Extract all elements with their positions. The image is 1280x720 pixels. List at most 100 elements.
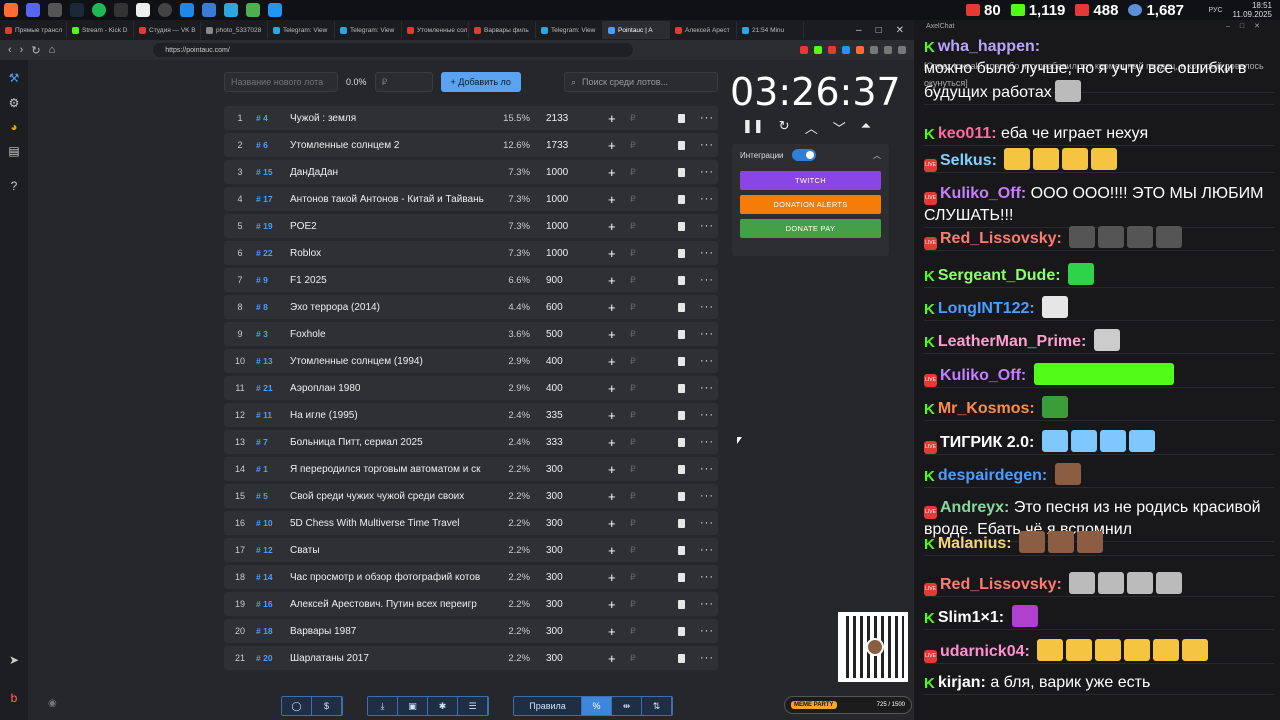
- lot-amount[interactable]: 500: [546, 329, 563, 340]
- more-options-icon[interactable]: ···: [700, 436, 714, 448]
- telegram-icon[interactable]: [224, 3, 238, 17]
- browser-tab[interactable]: Прямые трансл: [0, 21, 67, 39]
- more-options-icon[interactable]: ···: [700, 517, 714, 529]
- more-options-icon[interactable]: ···: [700, 463, 714, 475]
- delete-lot-icon[interactable]: [678, 545, 685, 555]
- more-options-icon[interactable]: ···: [700, 652, 714, 664]
- delete-lot-icon[interactable]: [678, 356, 685, 366]
- more-options-icon[interactable]: ···: [700, 301, 714, 313]
- browser-tab[interactable]: Студия — VK В: [134, 21, 201, 39]
- add-amount-icon[interactable]: +: [608, 462, 616, 477]
- browser-tab[interactable]: Telegram: View: [536, 21, 603, 39]
- delete-lot-icon[interactable]: [678, 491, 685, 501]
- extension-icon[interactable]: [842, 46, 850, 54]
- lot-name[interactable]: Утомленные солнцем 2: [290, 140, 492, 151]
- more-options-icon[interactable]: ···: [700, 112, 714, 124]
- eye-icon[interactable]: ◉: [48, 698, 57, 709]
- lot-name[interactable]: Roblox: [290, 248, 492, 259]
- chat-username[interactable]: Slim1×1:: [938, 609, 1004, 626]
- browser-tab[interactable]: photo_5337028: [201, 21, 268, 39]
- double-up-icon[interactable]: ⏶: [861, 118, 871, 137]
- chat-username[interactable]: Kuliko_Off:: [940, 367, 1026, 384]
- donate-dollar-icon[interactable]: $: [312, 697, 342, 715]
- settings-gear-icon[interactable]: ⚙: [6, 95, 22, 111]
- lot-name[interactable]: Варвары 1987: [290, 626, 492, 637]
- forward-icon[interactable]: ›: [20, 44, 24, 56]
- lot-amount[interactable]: 300: [546, 464, 563, 475]
- delete-lot-icon[interactable]: [678, 113, 685, 123]
- ruble-input-icon[interactable]: ₽: [630, 545, 636, 556]
- chat-username[interactable]: Mr_Kosmos:: [938, 400, 1035, 417]
- back-icon[interactable]: ‹: [8, 44, 12, 56]
- donation-alerts-button[interactable]: DONATION ALERTS: [740, 195, 881, 214]
- chevron-up-icon[interactable]: ︿: [873, 150, 881, 161]
- lot-name[interactable]: POE2: [290, 221, 492, 232]
- ruble-input-icon[interactable]: ₽: [630, 167, 636, 178]
- lot-name[interactable]: Сваты: [290, 545, 492, 556]
- app-icon[interactable]: [114, 3, 128, 17]
- ruble-input-icon[interactable]: ₽: [630, 653, 636, 664]
- more-options-icon[interactable]: ···: [700, 166, 714, 178]
- more-options-icon[interactable]: ···: [700, 355, 714, 367]
- lot-amount[interactable]: 300: [546, 545, 563, 556]
- save-icon[interactable]: ▣: [398, 697, 428, 715]
- lot-amount[interactable]: 1000: [546, 194, 568, 205]
- delete-lot-icon[interactable]: [678, 599, 685, 609]
- chat-username[interactable]: Malanius:: [938, 535, 1012, 552]
- lot-amount[interactable]: 2133: [546, 113, 568, 124]
- more-options-icon[interactable]: ···: [700, 571, 714, 583]
- ruble-input-icon[interactable]: ₽: [630, 572, 636, 583]
- lot-amount[interactable]: 1000: [546, 221, 568, 232]
- delete-lot-icon[interactable]: [678, 464, 685, 474]
- home-icon[interactable]: ⌂: [49, 44, 56, 56]
- ruble-input-icon[interactable]: ₽: [630, 383, 636, 394]
- system-clock[interactable]: 18:51 11.09.2025: [1233, 1, 1272, 19]
- app-icon[interactable]: [136, 3, 150, 17]
- lot-name[interactable]: Я переродился торговым автоматом и ск: [290, 464, 492, 475]
- extension-icon[interactable]: [828, 46, 836, 54]
- lot-name[interactable]: F1 2025: [290, 275, 492, 286]
- ruble-input-icon[interactable]: ₽: [630, 275, 636, 286]
- lot-name[interactable]: Антонов такой Антонов - Китай и Тайвань: [290, 194, 492, 205]
- ruble-input-icon[interactable]: ₽: [630, 410, 636, 421]
- more-options-icon[interactable]: ···: [700, 139, 714, 151]
- close-icon[interactable]: ✕: [896, 25, 904, 36]
- new-lot-name-input[interactable]: [224, 72, 338, 92]
- download-icon[interactable]: ⤓: [368, 697, 398, 715]
- minimize-icon[interactable]: –: [856, 25, 862, 36]
- lot-amount[interactable]: 400: [546, 356, 563, 367]
- add-amount-icon[interactable]: +: [608, 408, 616, 423]
- lot-name[interactable]: Чужой : земля: [290, 113, 492, 124]
- lot-name[interactable]: Утомленные солнцем (1994): [290, 356, 492, 367]
- chat-username[interactable]: LeatherMan_Prime:: [938, 333, 1087, 350]
- browser-tab[interactable]: Telegram: View: [268, 21, 335, 39]
- lot-name[interactable]: Алексей Арестович. Путин всех переигр: [290, 599, 492, 610]
- lot-name[interactable]: Больница Питт, сериал 2025: [290, 437, 492, 448]
- lot-name[interactable]: Час просмотр и обзор фотографий котов: [290, 572, 492, 583]
- donate-pay-button[interactable]: DONATE PAY: [740, 219, 881, 238]
- extension-icon[interactable]: [800, 46, 808, 54]
- boosty-icon[interactable]: b: [6, 690, 22, 706]
- more-options-icon[interactable]: ···: [700, 220, 714, 232]
- lot-amount[interactable]: 300: [546, 626, 563, 637]
- chat-username[interactable]: Kuliko_Off:: [940, 185, 1026, 202]
- chat-username[interactable]: Selkus:: [940, 152, 997, 169]
- lot-amount[interactable]: 1000: [546, 167, 568, 178]
- spotify-icon[interactable]: [92, 3, 106, 17]
- extension-icon[interactable]: [870, 46, 878, 54]
- app-icon[interactable]: [268, 3, 282, 17]
- bug-icon[interactable]: ✱: [428, 697, 458, 715]
- add-amount-icon[interactable]: +: [608, 543, 616, 558]
- add-amount-icon[interactable]: +: [608, 516, 616, 531]
- more-options-icon[interactable]: ···: [700, 409, 714, 421]
- language-indicator[interactable]: РУС: [1209, 7, 1223, 14]
- add-amount-icon[interactable]: +: [608, 624, 616, 639]
- chat-username[interactable]: udarnick04:: [940, 643, 1030, 660]
- browser-tab[interactable]: Telegram: View: [335, 21, 402, 39]
- lot-name[interactable]: ДанДаДан: [290, 167, 492, 178]
- chat-window-controls[interactable]: –□✕: [1226, 20, 1280, 34]
- ruble-input-icon[interactable]: ₽: [630, 329, 636, 340]
- delete-lot-icon[interactable]: [678, 653, 685, 663]
- add-amount-icon[interactable]: +: [608, 138, 616, 153]
- add-amount-icon[interactable]: +: [608, 489, 616, 504]
